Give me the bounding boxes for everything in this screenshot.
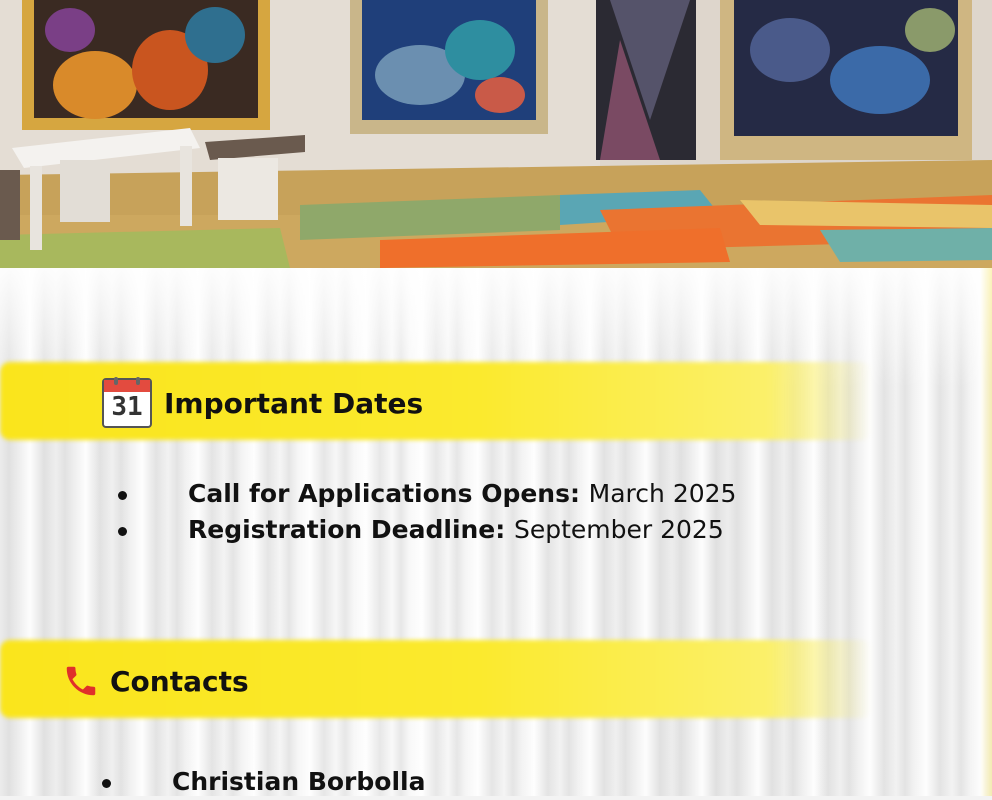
bullet-icon: [102, 779, 111, 788]
gallery-illustration: [0, 0, 992, 268]
date-item-label: Registration Deadline:: [188, 515, 514, 544]
contacts-title: Contacts: [110, 664, 249, 698]
important-dates-list: Call for Applications Opens: March 2025 …: [118, 476, 737, 548]
contacts-heading: Contacts: [62, 662, 249, 700]
contacts-list: Christian Borbolla: [102, 764, 426, 800]
list-item: Registration Deadline: September 2025: [118, 512, 736, 548]
important-dates-heading: 31 Important Dates: [102, 377, 424, 428]
calendar-icon: 31: [102, 377, 152, 428]
date-item-value: March 2025: [588, 479, 737, 508]
bullet-icon: [118, 491, 127, 500]
important-dates-title: Important Dates: [164, 386, 424, 420]
calendar-icon-day: 31: [111, 392, 143, 422]
date-item-value: September 2025: [513, 515, 724, 544]
list-item: Christian Borbolla: [102, 764, 426, 800]
bullet-icon: [118, 527, 127, 536]
phone-icon: [66, 666, 96, 696]
date-item-label: Call for Applications Opens:: [188, 479, 589, 508]
gallery-photo: [0, 0, 992, 268]
list-item: Call for Applications Opens: March 2025: [118, 476, 737, 512]
contact-name: Christian Borbolla: [172, 767, 426, 796]
page-edge: [980, 268, 992, 796]
